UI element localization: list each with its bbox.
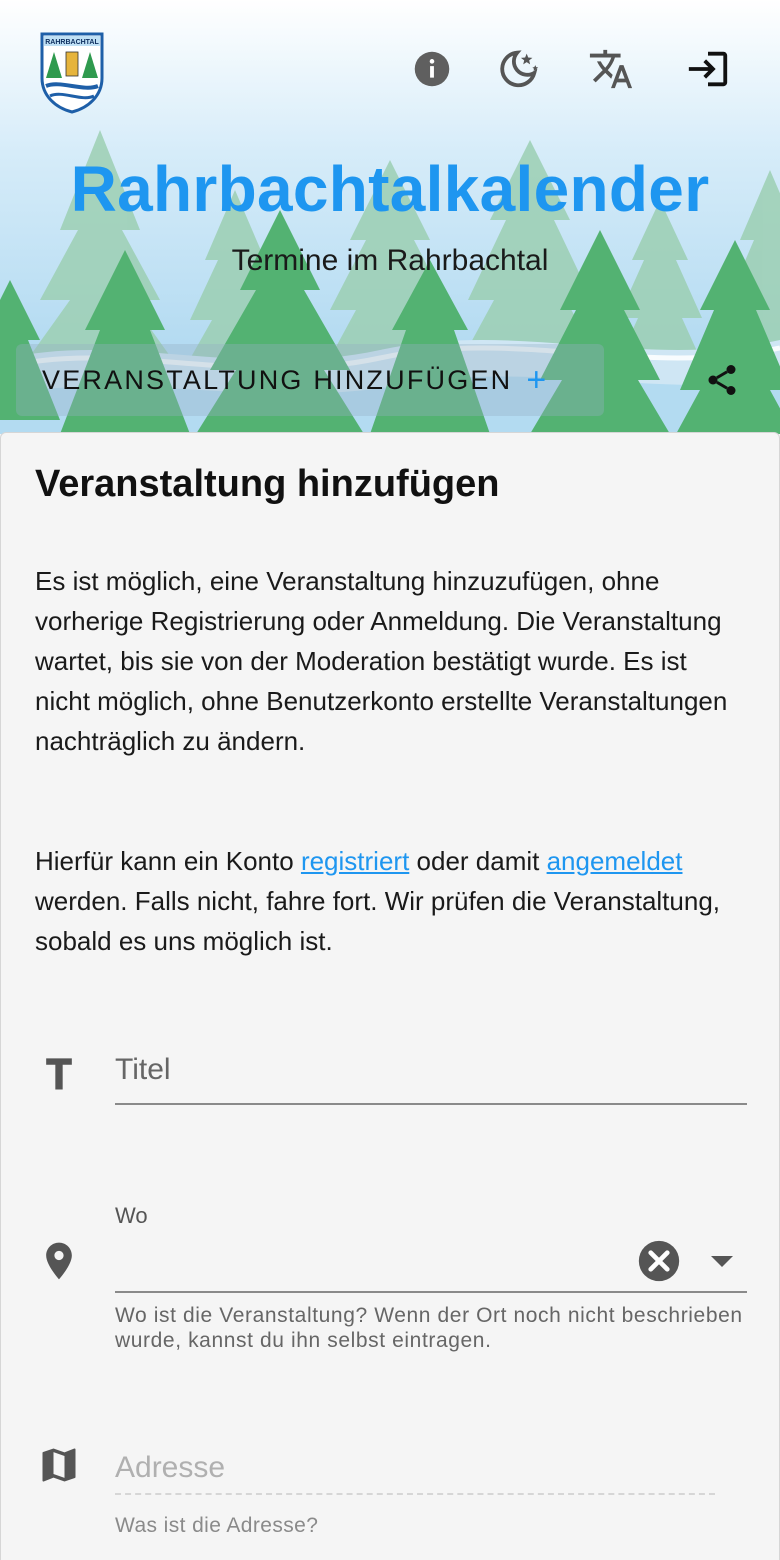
location-field-icon (37, 1239, 81, 1283)
text-title-icon (37, 1051, 81, 1095)
rahrbachtal-logo: RAHRBACHTAL (40, 32, 104, 114)
add-event-button[interactable]: VERANSTALTUNG HINZUFÜGEN + (16, 344, 604, 416)
map-icon (42, 1448, 76, 1482)
info-icon (414, 51, 450, 87)
account-paragraph: Hierfür kann ein Konto registriert oder … (35, 841, 747, 961)
login-link[interactable]: angemeldet (547, 846, 683, 876)
add-event-label: VERANSTALTUNG HINZUFÜGEN (42, 364, 513, 395)
add-event-card: Veranstaltung hinzufügen Es ist möglich,… (0, 432, 780, 1560)
share-icon (708, 365, 736, 395)
app-title: Rahrbachtalkalender (70, 153, 710, 225)
where-hint: Wo ist die Veranstaltung? Wenn der Ort n… (115, 1304, 743, 1352)
dark-mode-moon-stars-icon (500, 50, 539, 88)
register-link[interactable]: registriert (301, 846, 409, 876)
address-input[interactable] (115, 1443, 715, 1495)
where-label: Wo (115, 1203, 148, 1228)
intro-paragraph: Es ist möglich, eine Veranstaltung hinzu… (35, 566, 728, 756)
where-underline (115, 1291, 747, 1293)
login-button[interactable] (685, 46, 731, 92)
login-icon (688, 51, 728, 87)
card-title: Veranstaltung hinzufügen (35, 463, 500, 505)
map-field-icon (37, 1443, 81, 1487)
translate-icon (589, 49, 633, 89)
language-button[interactable] (588, 46, 634, 92)
address-hint: Was ist die Adresse? (115, 1514, 319, 1537)
share-button[interactable] (700, 358, 744, 402)
location-pin-icon (46, 1242, 72, 1280)
account-text-b: oder damit (409, 846, 547, 876)
where-input[interactable] (115, 1237, 615, 1287)
account-text-c: werden. Falls nicht, fahre fort. Wir prü… (35, 886, 721, 956)
plus-icon: + (526, 361, 547, 399)
clear-icon[interactable] (637, 1239, 681, 1283)
info-button[interactable] (409, 46, 455, 92)
dark-mode-button[interactable] (496, 46, 542, 92)
title-input[interactable] (115, 1045, 747, 1105)
account-text-a: Hierfür kann ein Konto (35, 846, 301, 876)
app-subtitle: Termine im Rahrbachtal (231, 244, 549, 277)
dropdown-toggle[interactable] (709, 1251, 735, 1271)
app-header: RAHRBACHTAL Rahrbachtalkalender Termine (0, 0, 780, 434)
chevron-down-icon (711, 1256, 733, 1267)
title-t-icon (46, 1058, 72, 1090)
logo-text: RAHRBACHTAL (45, 39, 99, 46)
